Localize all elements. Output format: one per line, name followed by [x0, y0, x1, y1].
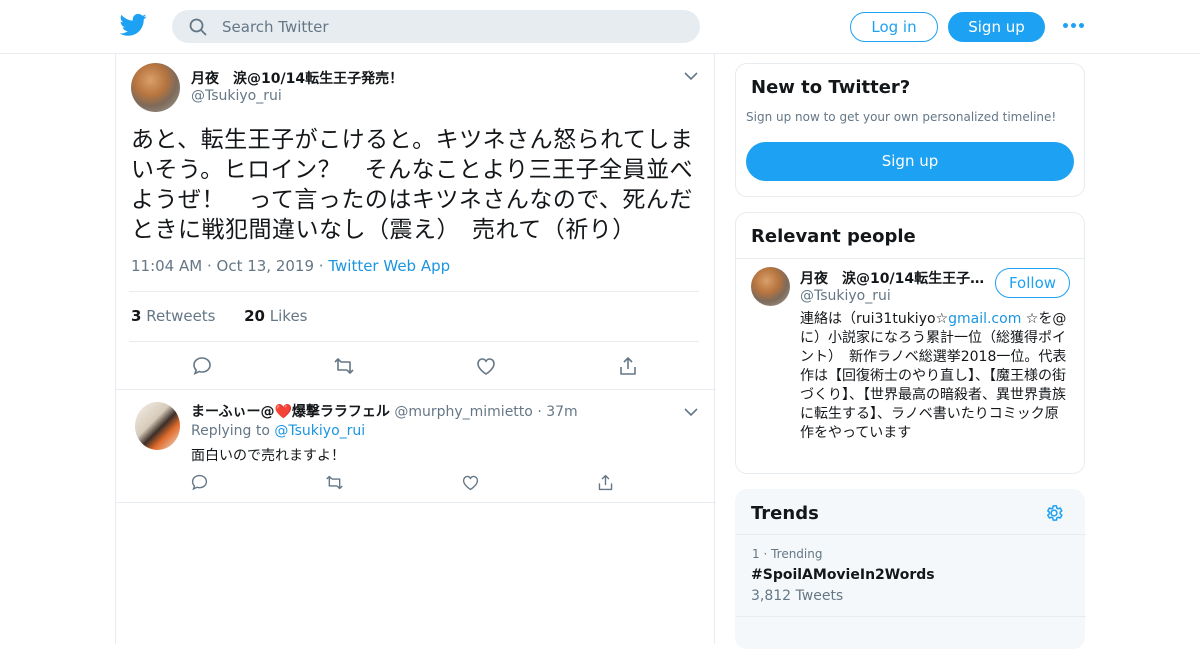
top-navigation-bar: Search Twitter Log in Sign up	[0, 0, 1200, 54]
twitter-bird-icon[interactable]	[120, 13, 147, 37]
divider	[129, 291, 699, 292]
share-icon[interactable]	[617, 355, 639, 377]
person-name[interactable]: 月夜 涙@10/14転生王子…	[800, 268, 984, 288]
tweet-timeline: 月夜 涙@10/14転生王子発売！ @Tsukiyo_rui あと、転生王子がこ…	[115, 54, 716, 644]
divider	[736, 616, 1086, 617]
search-icon	[189, 18, 207, 36]
divider	[129, 341, 699, 342]
bio-part-a: 連絡は（rui31tukiyo☆	[800, 311, 949, 327]
new-to-twitter-card: New to Twitter? Sign up now to get your …	[735, 63, 1085, 197]
search-input[interactable]: Search Twitter	[222, 18, 329, 36]
divider	[116, 502, 716, 503]
retweets-label: Retweets	[146, 307, 216, 325]
like-icon[interactable]	[461, 473, 480, 492]
tweet-author-name[interactable]: 月夜 涙@10/14転生王子発売！	[191, 68, 403, 88]
trend-rank: 1 · Trending	[752, 547, 823, 561]
gear-icon[interactable]	[1044, 503, 1064, 523]
divider	[736, 258, 1084, 259]
tweet-timestamp: 11:04 AM · Oct 13, 2019 · Twitter Web Ap…	[131, 257, 451, 275]
signup-button[interactable]: Sign up	[948, 12, 1045, 42]
login-button[interactable]: Log in	[850, 12, 938, 42]
tweet-time[interactable]: 11:04 AM	[131, 257, 202, 275]
retweet-icon[interactable]	[333, 355, 355, 377]
tweet-stats: 3 Retweets 20 Likes	[131, 307, 308, 325]
search-bar[interactable]: Search Twitter	[172, 10, 700, 43]
tweet-text: あと、転生王子がこけると。キツネさん怒られてしまいそう。ヒロイン？ そんなことよ…	[131, 127, 694, 243]
more-options-icon[interactable]	[1063, 18, 1085, 34]
divider	[116, 389, 716, 390]
follow-button[interactable]: Follow	[995, 268, 1070, 298]
reply-author-handle[interactable]: @murphy_mimietto	[394, 404, 533, 420]
retweets-stat[interactable]: 3 Retweets	[131, 307, 216, 325]
reply-time[interactable]: 37m	[546, 404, 577, 420]
chevron-down-icon[interactable]	[684, 71, 698, 81]
retweet-icon[interactable]	[325, 473, 344, 492]
divider	[736, 534, 1086, 535]
trend-tweet-count: 3,812 Tweets	[751, 588, 844, 604]
replying-prefix: Replying to	[191, 423, 270, 439]
person-handle[interactable]: @Tsukiyo_rui	[800, 288, 891, 304]
trends-card: Trends 1 · Trending #SpoilAMovieIn2Words…	[735, 489, 1086, 649]
relevant-people-card: Relevant people 月夜 涙@10/14転生王子… @Tsukiyo…	[735, 212, 1085, 474]
replying-to-link[interactable]: @Tsukiyo_rui	[274, 423, 365, 439]
reply-header: まーふぃー@❤️爆撃ララフェル @murphy_mimietto · 37m	[191, 404, 578, 420]
like-icon[interactable]	[475, 355, 497, 377]
avatar[interactable]	[131, 63, 180, 112]
replying-to: Replying to @Tsukiyo_rui	[191, 423, 365, 439]
share-icon[interactable]	[596, 473, 615, 492]
likes-count: 20	[244, 307, 265, 325]
trend-hashtag[interactable]: #SpoilAMovieIn2Words	[751, 567, 935, 583]
signup-button[interactable]: Sign up	[746, 142, 1074, 181]
bio-link[interactable]: gmail.com	[948, 311, 1021, 327]
reply-icon[interactable]	[191, 355, 213, 377]
chevron-down-icon[interactable]	[684, 407, 698, 417]
tweet-author-handle[interactable]: @Tsukiyo_rui	[191, 88, 282, 104]
bio-part-b: ☆を@に）小説家になろう累計一位（総獲得ポイント） 新作ラノベ総選挙2018一位…	[800, 311, 1067, 441]
person-bio: 連絡は（rui31tukiyo☆gmail.com ☆を@に）小説家になろう累計…	[800, 310, 1070, 443]
retweets-count: 3	[131, 307, 142, 325]
trends-title: Trends	[751, 503, 819, 524]
relevant-people-title: Relevant people	[751, 226, 916, 247]
avatar[interactable]	[751, 267, 790, 306]
new-to-twitter-title: New to Twitter?	[751, 77, 911, 98]
avatar[interactable]	[135, 402, 180, 450]
reply-author-name[interactable]: まーふぃー@❤️爆撃ララフェル	[191, 404, 390, 420]
reply-icon[interactable]	[190, 473, 209, 492]
likes-label: Likes	[269, 307, 308, 325]
tweet-date[interactable]: Oct 13, 2019	[217, 257, 315, 275]
reply-text: 面白いので売れますよ！	[191, 448, 345, 464]
new-to-twitter-subtitle: Sign up now to get your own personalized…	[746, 110, 1057, 124]
likes-stat[interactable]: 20 Likes	[244, 307, 307, 325]
tweet-source-link[interactable]: Twitter Web App	[328, 257, 450, 275]
